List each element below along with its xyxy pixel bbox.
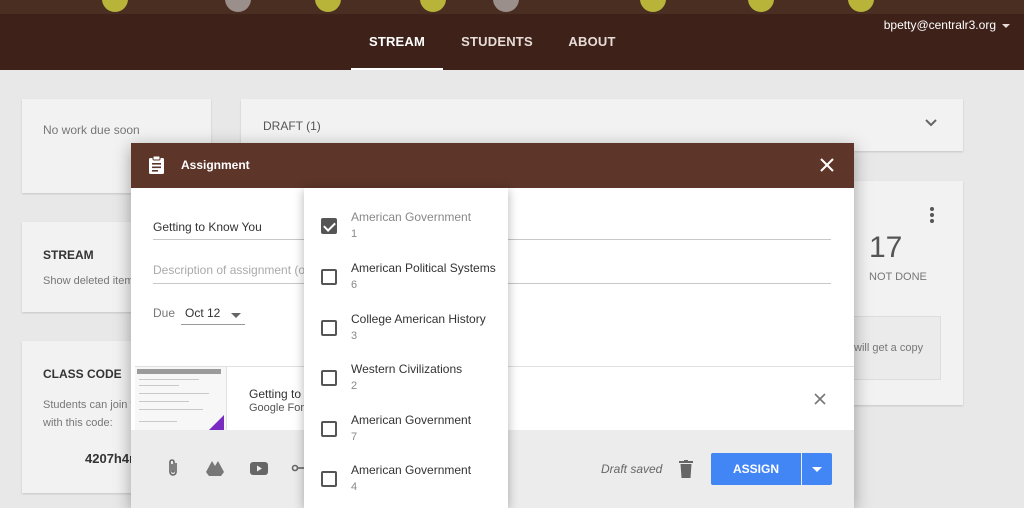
- class-code-value: 4207h4r: [85, 451, 135, 466]
- attachment-thumbnail[interactable]: [135, 367, 227, 431]
- not-done-count: 17: [869, 231, 903, 264]
- copy-note: will get a copy: [854, 342, 924, 354]
- clipboard-icon: [149, 156, 164, 174]
- user-email: bpetty@centralr3.org: [883, 18, 996, 32]
- class-count: 1: [351, 228, 358, 240]
- class-count: 4: [351, 481, 358, 493]
- more-vert-icon[interactable]: [930, 207, 934, 223]
- due-dropdown-icon[interactable]: [231, 313, 241, 318]
- title-input[interactable]: Getting to Know You: [153, 220, 262, 234]
- tab-about[interactable]: ABOUT: [560, 14, 624, 70]
- draft-status: Draft saved: [601, 462, 663, 476]
- class-option[interactable]: College American History 3: [304, 306, 508, 356]
- upcoming-text: No work due soon: [43, 123, 140, 137]
- close-icon[interactable]: [820, 158, 834, 172]
- not-done-label: NOT DONE: [869, 271, 927, 283]
- class-option[interactable]: Western Civilizations 2: [304, 356, 508, 406]
- class-option[interactable]: American Government 7: [304, 407, 508, 457]
- class-code-title: CLASS CODE: [43, 367, 122, 381]
- class-picker: American Government 1 American Political…: [304, 188, 508, 508]
- class-name: American Government: [351, 413, 472, 427]
- class-count: 7: [351, 431, 358, 443]
- chevron-down-icon[interactable]: [925, 119, 937, 127]
- forms-corner-icon: [208, 415, 224, 431]
- class-name: College American History: [351, 312, 486, 326]
- account-menu[interactable]: bpetty@centralr3.org: [884, 18, 1010, 32]
- attachment-subtitle: Google For: [249, 402, 305, 414]
- checkbox[interactable]: [321, 421, 337, 437]
- class-option[interactable]: American Government 4: [304, 457, 508, 507]
- stream-title: STREAM: [43, 248, 94, 262]
- show-deleted-link[interactable]: Show deleted item: [43, 275, 134, 287]
- dialog-title: Assignment: [181, 158, 250, 172]
- attachment-title[interactable]: Getting to: [249, 387, 301, 401]
- remove-attachment-icon[interactable]: [814, 393, 826, 405]
- due-underline: [181, 324, 245, 325]
- checked-checkbox[interactable]: [321, 218, 337, 234]
- class-option[interactable]: American Government 1: [304, 204, 508, 254]
- trash-icon[interactable]: [679, 460, 693, 478]
- class-count: 6: [351, 279, 358, 291]
- class-option[interactable]: American Political Systems 6: [304, 255, 508, 305]
- youtube-icon[interactable]: [249, 458, 269, 478]
- due-label: Due: [153, 306, 176, 320]
- checkbox[interactable]: [321, 320, 337, 336]
- google-drive-icon[interactable]: [205, 458, 225, 478]
- checkbox[interactable]: [321, 471, 337, 487]
- checkbox[interactable]: [321, 269, 337, 285]
- description-input[interactable]: Description of assignment (o: [153, 263, 305, 277]
- class-name: American Government: [351, 210, 472, 224]
- class-banner: [0, 0, 1024, 14]
- due-date-select[interactable]: Oct 12: [185, 306, 220, 320]
- paperclip-icon[interactable]: [163, 458, 183, 478]
- top-nav: STREAM STUDENTS ABOUT bpetty@centralr3.o…: [0, 14, 1024, 70]
- chevron-down-icon: [1002, 23, 1010, 28]
- dialog-header: Assignment: [131, 143, 854, 188]
- class-code-desc-2: with this code:: [43, 417, 113, 429]
- assign-button[interactable]: ASSIGN: [711, 453, 801, 485]
- tab-stream[interactable]: STREAM: [351, 14, 443, 70]
- class-count: 3: [351, 330, 358, 342]
- tab-students[interactable]: STUDENTS: [454, 14, 540, 70]
- class-name: Western Civilizations: [351, 362, 463, 376]
- copy-note-box: will get a copy: [846, 316, 941, 380]
- draft-label: DRAFT (1): [263, 119, 321, 133]
- link-icon[interactable]: [291, 458, 305, 478]
- class-code-desc-1: Students can join t: [43, 399, 134, 411]
- class-name: American Government: [351, 463, 472, 477]
- checkbox[interactable]: [321, 370, 337, 386]
- class-count: 2: [351, 380, 358, 392]
- assign-options-button[interactable]: [802, 453, 832, 485]
- class-name: American Political Systems: [351, 261, 496, 275]
